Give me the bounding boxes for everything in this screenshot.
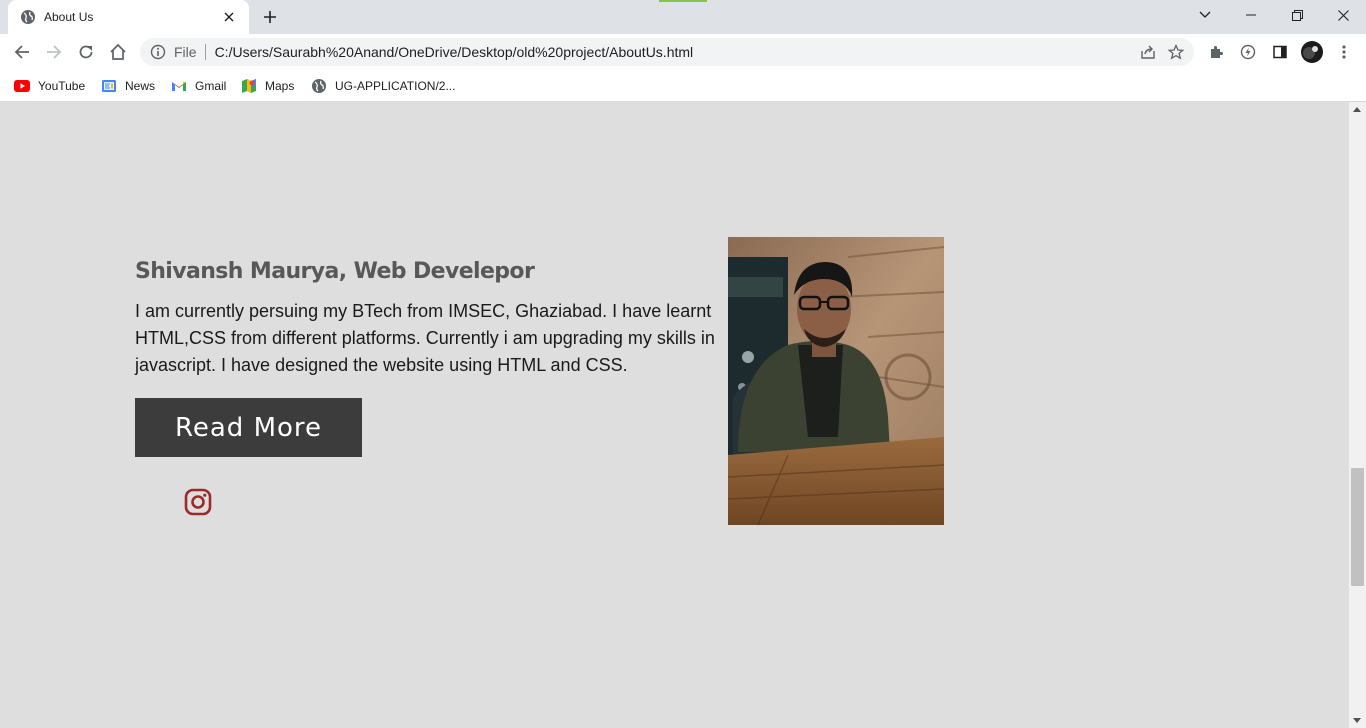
menu-icon[interactable] (1330, 38, 1358, 66)
share-icon[interactable] (1134, 38, 1162, 66)
scroll-down-arrow-icon[interactable] (1353, 718, 1361, 723)
address-bar[interactable]: File C:/Users/Saurabh%20Anand/OneDrive/D… (140, 38, 1194, 66)
bookmark-youtube[interactable]: YouTube (14, 75, 85, 97)
youtube-icon (14, 78, 30, 94)
close-window-button[interactable] (1320, 0, 1366, 30)
side-panel-icon[interactable] (1266, 38, 1294, 66)
read-more-button[interactable]: Read More (135, 398, 362, 457)
globe-icon (311, 78, 327, 94)
bookmark-news[interactable]: News (101, 75, 155, 97)
address-url[interactable]: C:/Users/Saurabh%20Anand/OneDrive/Deskto… (215, 44, 1134, 60)
instagram-icon[interactable] (184, 488, 212, 516)
reload-button[interactable] (72, 38, 100, 66)
bookmark-maps[interactable]: Maps (241, 75, 294, 97)
google-news-icon (101, 78, 117, 94)
info-icon[interactable] (150, 44, 166, 60)
bookmark-label: UG-APPLICATION/2... (335, 79, 456, 93)
bookmark-label: Maps (265, 79, 295, 93)
forward-button[interactable] (40, 38, 68, 66)
bookmark-label: YouTube (38, 79, 86, 93)
tab-about-us[interactable]: About Us (8, 0, 249, 34)
vertical-scrollbar[interactable] (1349, 102, 1366, 728)
minimize-button[interactable] (1228, 0, 1274, 30)
bookmark-label: Gmail (195, 79, 227, 93)
bookmark-label: News (125, 79, 156, 93)
page-viewport: Shivansh Maurya, Web Develepor I am curr… (0, 102, 1349, 728)
globe-icon (20, 9, 36, 25)
bookmarks-bar: YouTube News Gmail Maps UG-APPLICATION/2… (0, 70, 1366, 102)
restore-button[interactable] (1274, 0, 1320, 30)
maps-icon (241, 78, 257, 94)
close-tab-icon[interactable] (221, 9, 237, 25)
author-bio: I am currently persuing my BTech from IM… (135, 301, 715, 375)
author-heading: Shivansh Maurya, Web Develepor (135, 259, 535, 284)
bookmark-ug-application[interactable]: UG-APPLICATION/2... (311, 75, 455, 97)
scroll-thumb[interactable] (1351, 468, 1364, 586)
scroll-up-arrow-icon[interactable] (1353, 107, 1361, 112)
extensions-icon[interactable] (1202, 38, 1230, 66)
tab-search-icon[interactable] (1182, 0, 1228, 30)
new-tab-button[interactable] (258, 5, 282, 29)
address-scheme: File (174, 44, 206, 60)
bookmark-star-icon[interactable] (1162, 38, 1190, 66)
browser-toolbar: File C:/Users/Saurabh%20Anand/OneDrive/D… (0, 34, 1366, 70)
home-button[interactable] (104, 38, 132, 66)
tab-strip: About Us (0, 0, 1366, 34)
performance-icon[interactable] (1234, 38, 1262, 66)
loading-indicator (659, 0, 707, 2)
avatar[interactable] (1298, 38, 1326, 66)
gmail-icon (171, 78, 187, 94)
back-button[interactable] (8, 38, 36, 66)
portrait-photo (728, 237, 944, 525)
tab-title: About Us (44, 10, 94, 24)
bookmark-gmail[interactable]: Gmail (171, 75, 226, 97)
